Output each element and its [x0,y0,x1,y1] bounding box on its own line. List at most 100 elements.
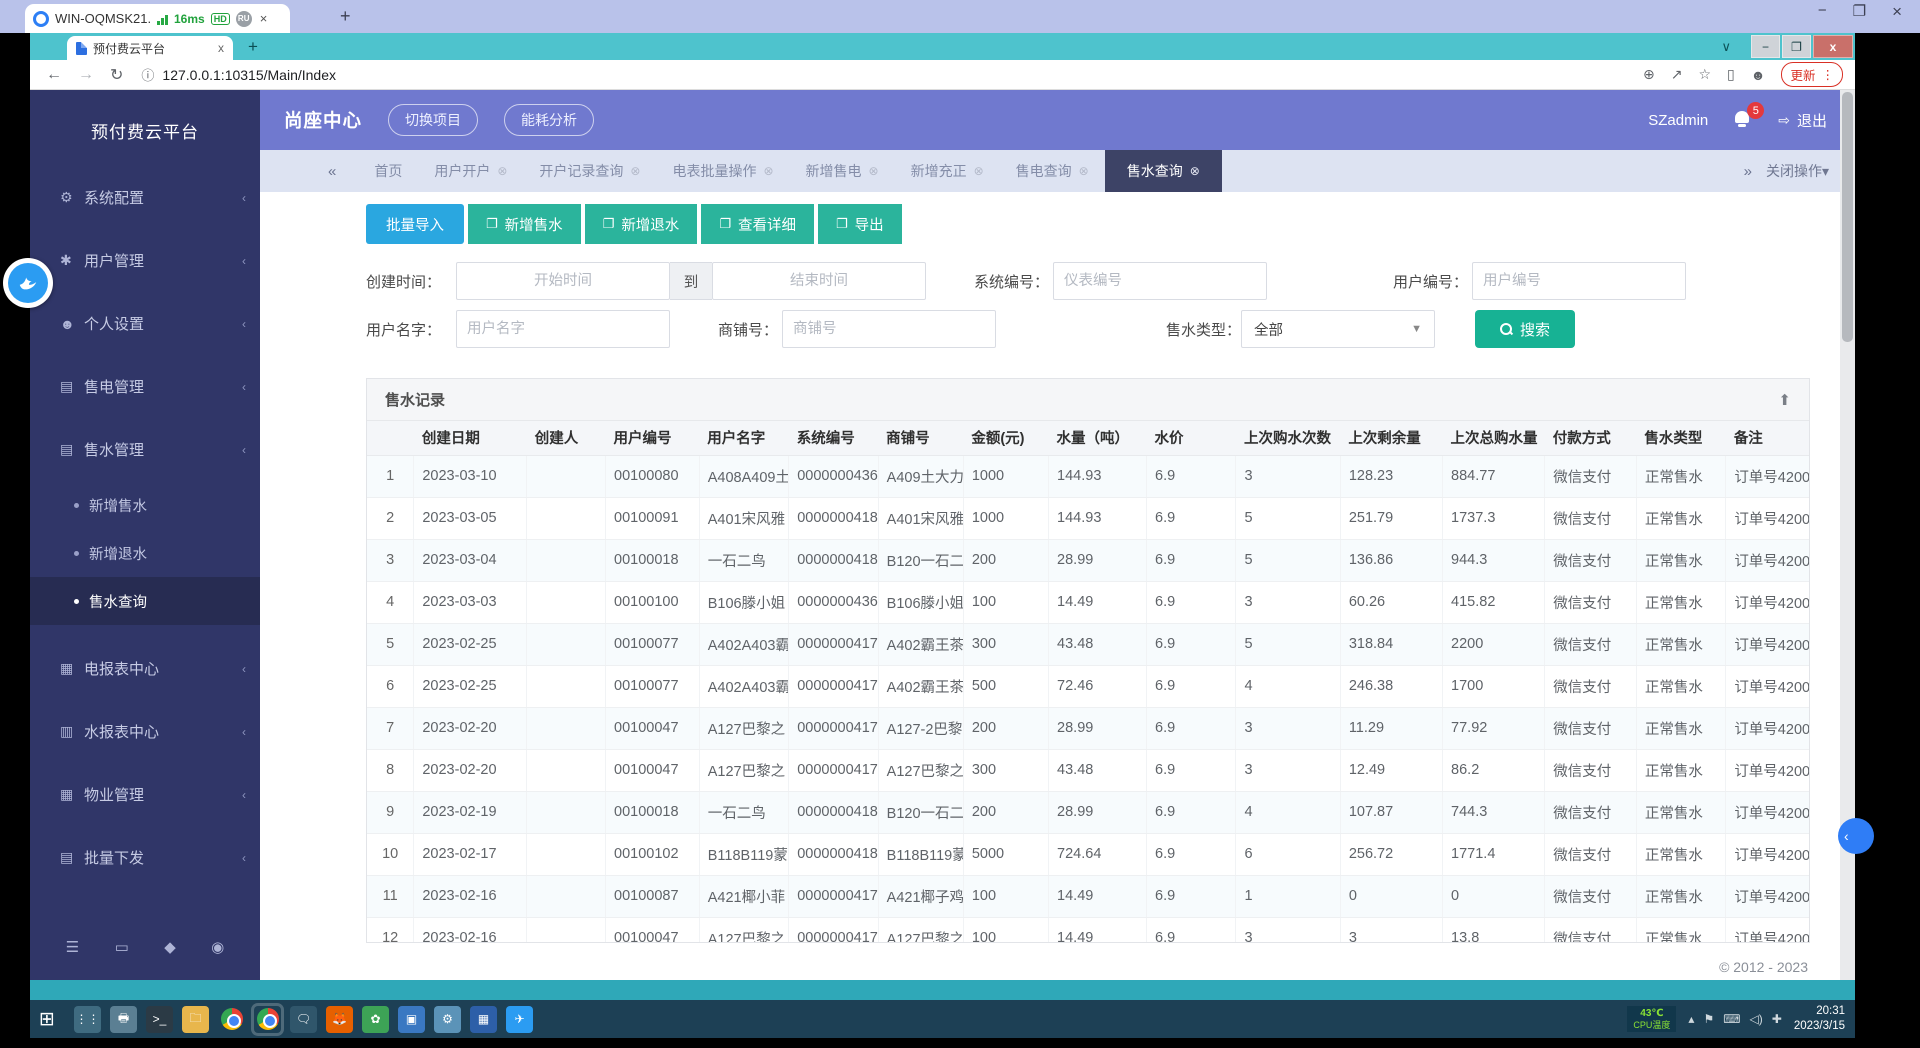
sidebar-subitem-新增售水[interactable]: 新增售水 [30,481,260,529]
menu-dots-icon[interactable]: ⋮ [1822,67,1835,82]
security-icon[interactable]: ✚ [1772,1012,1782,1026]
session-close-icon[interactable]: × [260,11,268,26]
logout-button[interactable]: ⇨ 退出 [1778,110,1827,131]
system-no-input[interactable] [1053,262,1267,300]
table-row[interactable]: 72023-02-2000100047A127巴黎之0000000417A127… [367,707,1809,749]
start-time-input[interactable] [456,262,670,300]
sidebar-item-物业管理[interactable]: ▦ 物业管理 ‹ [30,763,260,826]
table-row[interactable]: 92023-02-1900100018一石二鸟0000000418B120一石二… [367,791,1809,833]
monitor-icon[interactable]: ▭ [115,938,129,956]
chrome-icon[interactable] [218,1006,245,1033]
tab-售电查询[interactable]: 售电查询⊗ [1000,161,1105,181]
tabs-scroll-right-icon[interactable]: » [1730,163,1766,180]
settings-icon[interactable]: ⚙ [434,1006,461,1033]
todesk-icon[interactable]: ✈ [506,1006,533,1033]
search-button[interactable]: 搜索 [1475,310,1575,348]
tab-新增充正[interactable]: 新增充正⊗ [895,161,1000,181]
switch-project-button[interactable]: 切换项目 [388,104,478,136]
menu-icon[interactable]: ☰ [66,938,79,956]
back-icon[interactable]: ← [46,66,62,84]
shop-no-input[interactable] [782,310,996,348]
power-icon[interactable]: ◉ [211,938,224,956]
browser-tab-close-icon[interactable]: x [218,41,224,55]
user-name-input[interactable] [456,310,670,348]
forward-icon[interactable]: → [78,66,94,84]
table-row[interactable]: 112023-02-1600100087A421椰小菲0000000417A42… [367,875,1809,917]
tab-用户开户[interactable]: 用户开户⊗ [418,161,523,181]
table-row[interactable]: 102023-02-1700100102B118B119蒙0000000418B… [367,833,1809,875]
table-row[interactable]: 82023-02-2000100047A127巴黎之0000000417A127… [367,749,1809,791]
查看详细-button[interactable]: ❐查看详细 [701,204,814,244]
side-panel-icon[interactable]: ▯ [1727,66,1735,83]
blue-grid-icon[interactable]: ▦ [470,1006,497,1033]
devices-icon[interactable]: 🖶 [110,1006,137,1033]
pin-icon[interactable]: ⚑ [1703,1012,1714,1026]
zoom-icon[interactable]: ⊕ [1643,66,1655,83]
blue-app-icon[interactable]: ▣ [398,1006,425,1033]
browser-close-button[interactable]: x [1813,35,1853,58]
sidebar-item-个人设置[interactable]: ☻ 个人设置 ‹ [30,292,260,355]
table-row[interactable]: 42023-03-0300100100B106滕小姐0000000436B106… [367,581,1809,623]
terminal-icon[interactable]: >_ [146,1006,173,1033]
outer-close-button[interactable]: × [1892,2,1902,22]
up-arrow-icon[interactable]: ▴ [1688,1012,1694,1026]
table-row[interactable]: 122023-02-1600100047A127巴黎之0000000417A12… [367,917,1809,943]
tab-close-icon[interactable]: ⊗ [869,164,879,178]
sidebar-item-系统配置[interactable]: ⚙ 系统配置 ‹ [30,166,260,229]
tab-close-icon[interactable]: ⊗ [974,164,984,178]
browser-new-tab-button[interactable]: + [248,37,258,57]
titlebar-chevron-icon[interactable]: ∨ [1721,39,1731,55]
table-row[interactable]: 12023-03-1000100080A408A409土0000000436A4… [367,455,1809,497]
tab-电表批量操作[interactable]: 电表批量操作⊗ [656,161,789,181]
sidebar-subitem-售水查询[interactable]: 售水查询 [30,577,260,625]
table-row[interactable]: 52023-02-2500100077A402A403霸0000000417A4… [367,623,1809,665]
notification-bell-icon[interactable]: 5 [1732,109,1754,131]
tab-close-icon[interactable]: ⊗ [630,164,640,178]
site-info-icon[interactable]: ⓘ [141,65,154,84]
tab-close-icon[interactable]: ⊗ [1079,164,1089,178]
explorer-icon[interactable]: 🗀 [182,1006,209,1033]
sidebar-item-水报表中心[interactable]: ▥ 水报表中心 ‹ [30,700,260,763]
chrome-update-button[interactable]: 更新 ⋮ [1781,62,1843,87]
sidebar-item-电报表中心[interactable]: ▦ 电报表中心 ‹ [30,637,260,700]
keyboard-icon[interactable]: ⌨ [1723,1012,1740,1026]
sale-type-select[interactable]: 全部 ▼ [1241,310,1435,348]
sidebar-item-批量下发[interactable]: ▤ 批量下发 ‹ [30,826,260,889]
tab-售水查询[interactable]: 售水查询⊗ [1105,150,1222,192]
remote-float-ball[interactable] [3,258,53,308]
chrome-active-icon[interactable] [254,1006,281,1033]
导出-button[interactable]: ❐导出 [818,204,902,244]
share-icon[interactable]: ↗ [1671,66,1683,83]
address-bar[interactable]: 127.0.0.1:10315/Main/Index [162,67,336,83]
browser-minimize-button[interactable]: − [1751,35,1780,58]
批量导入-button[interactable]: 批量导入 [366,204,464,244]
tab-开户记录查询[interactable]: 开户记录查询⊗ [523,161,656,181]
outer-restore-button[interactable]: ❐ [1853,2,1866,22]
sidebar-item-用户管理[interactable]: ✱ 用户管理 ‹ [30,229,260,292]
tab-close-icon[interactable]: ⊗ [763,164,773,178]
cpu-temp-widget[interactable]: 43℃ CPU温度 [1627,1006,1676,1032]
table-row[interactable]: 22023-03-0500100091A401宋风雅0000000418A401… [367,497,1809,539]
新增售水-button[interactable]: ❐新增售水 [468,204,581,244]
firefox-icon[interactable]: 🦊 [326,1006,353,1033]
browser-tab[interactable]: 预付费云平台 x [67,36,233,60]
collapse-up-icon[interactable]: ⬆ [1778,391,1791,409]
bookmark-star-icon[interactable]: ☆ [1698,66,1711,83]
messenger-icon[interactable]: 🗨 [290,1006,317,1033]
collapse-side-button[interactable]: ‹ [1838,818,1874,854]
user-no-input[interactable] [1472,262,1686,300]
sidebar-item-售电管理[interactable]: ▤ 售电管理 ‹ [30,355,260,418]
energy-analysis-button[interactable]: 能耗分析 [504,104,594,136]
browser-restore-button[interactable]: ❐ [1782,35,1811,58]
table-row[interactable]: 62023-02-2500100077A402A403霸0000000417A4… [367,665,1809,707]
tab-close-icon[interactable]: ⊗ [497,164,507,178]
volume-icon[interactable]: ◁) [1750,1012,1763,1026]
tab-close-icon[interactable]: ⊗ [1190,164,1200,178]
outer-minimize-button[interactable]: − [1818,2,1827,22]
profile-icon[interactable]: ☻ [1751,67,1766,83]
remote-session-tab[interactable]: WIN-OQMSK21... 16ms HD RU × [25,4,290,33]
新增退水-button[interactable]: ❐新增退水 [585,204,698,244]
new-session-button[interactable]: + [340,6,351,27]
start-button[interactable]: ⊞ [30,1000,64,1038]
tab-新增售电[interactable]: 新增售电⊗ [790,161,895,181]
